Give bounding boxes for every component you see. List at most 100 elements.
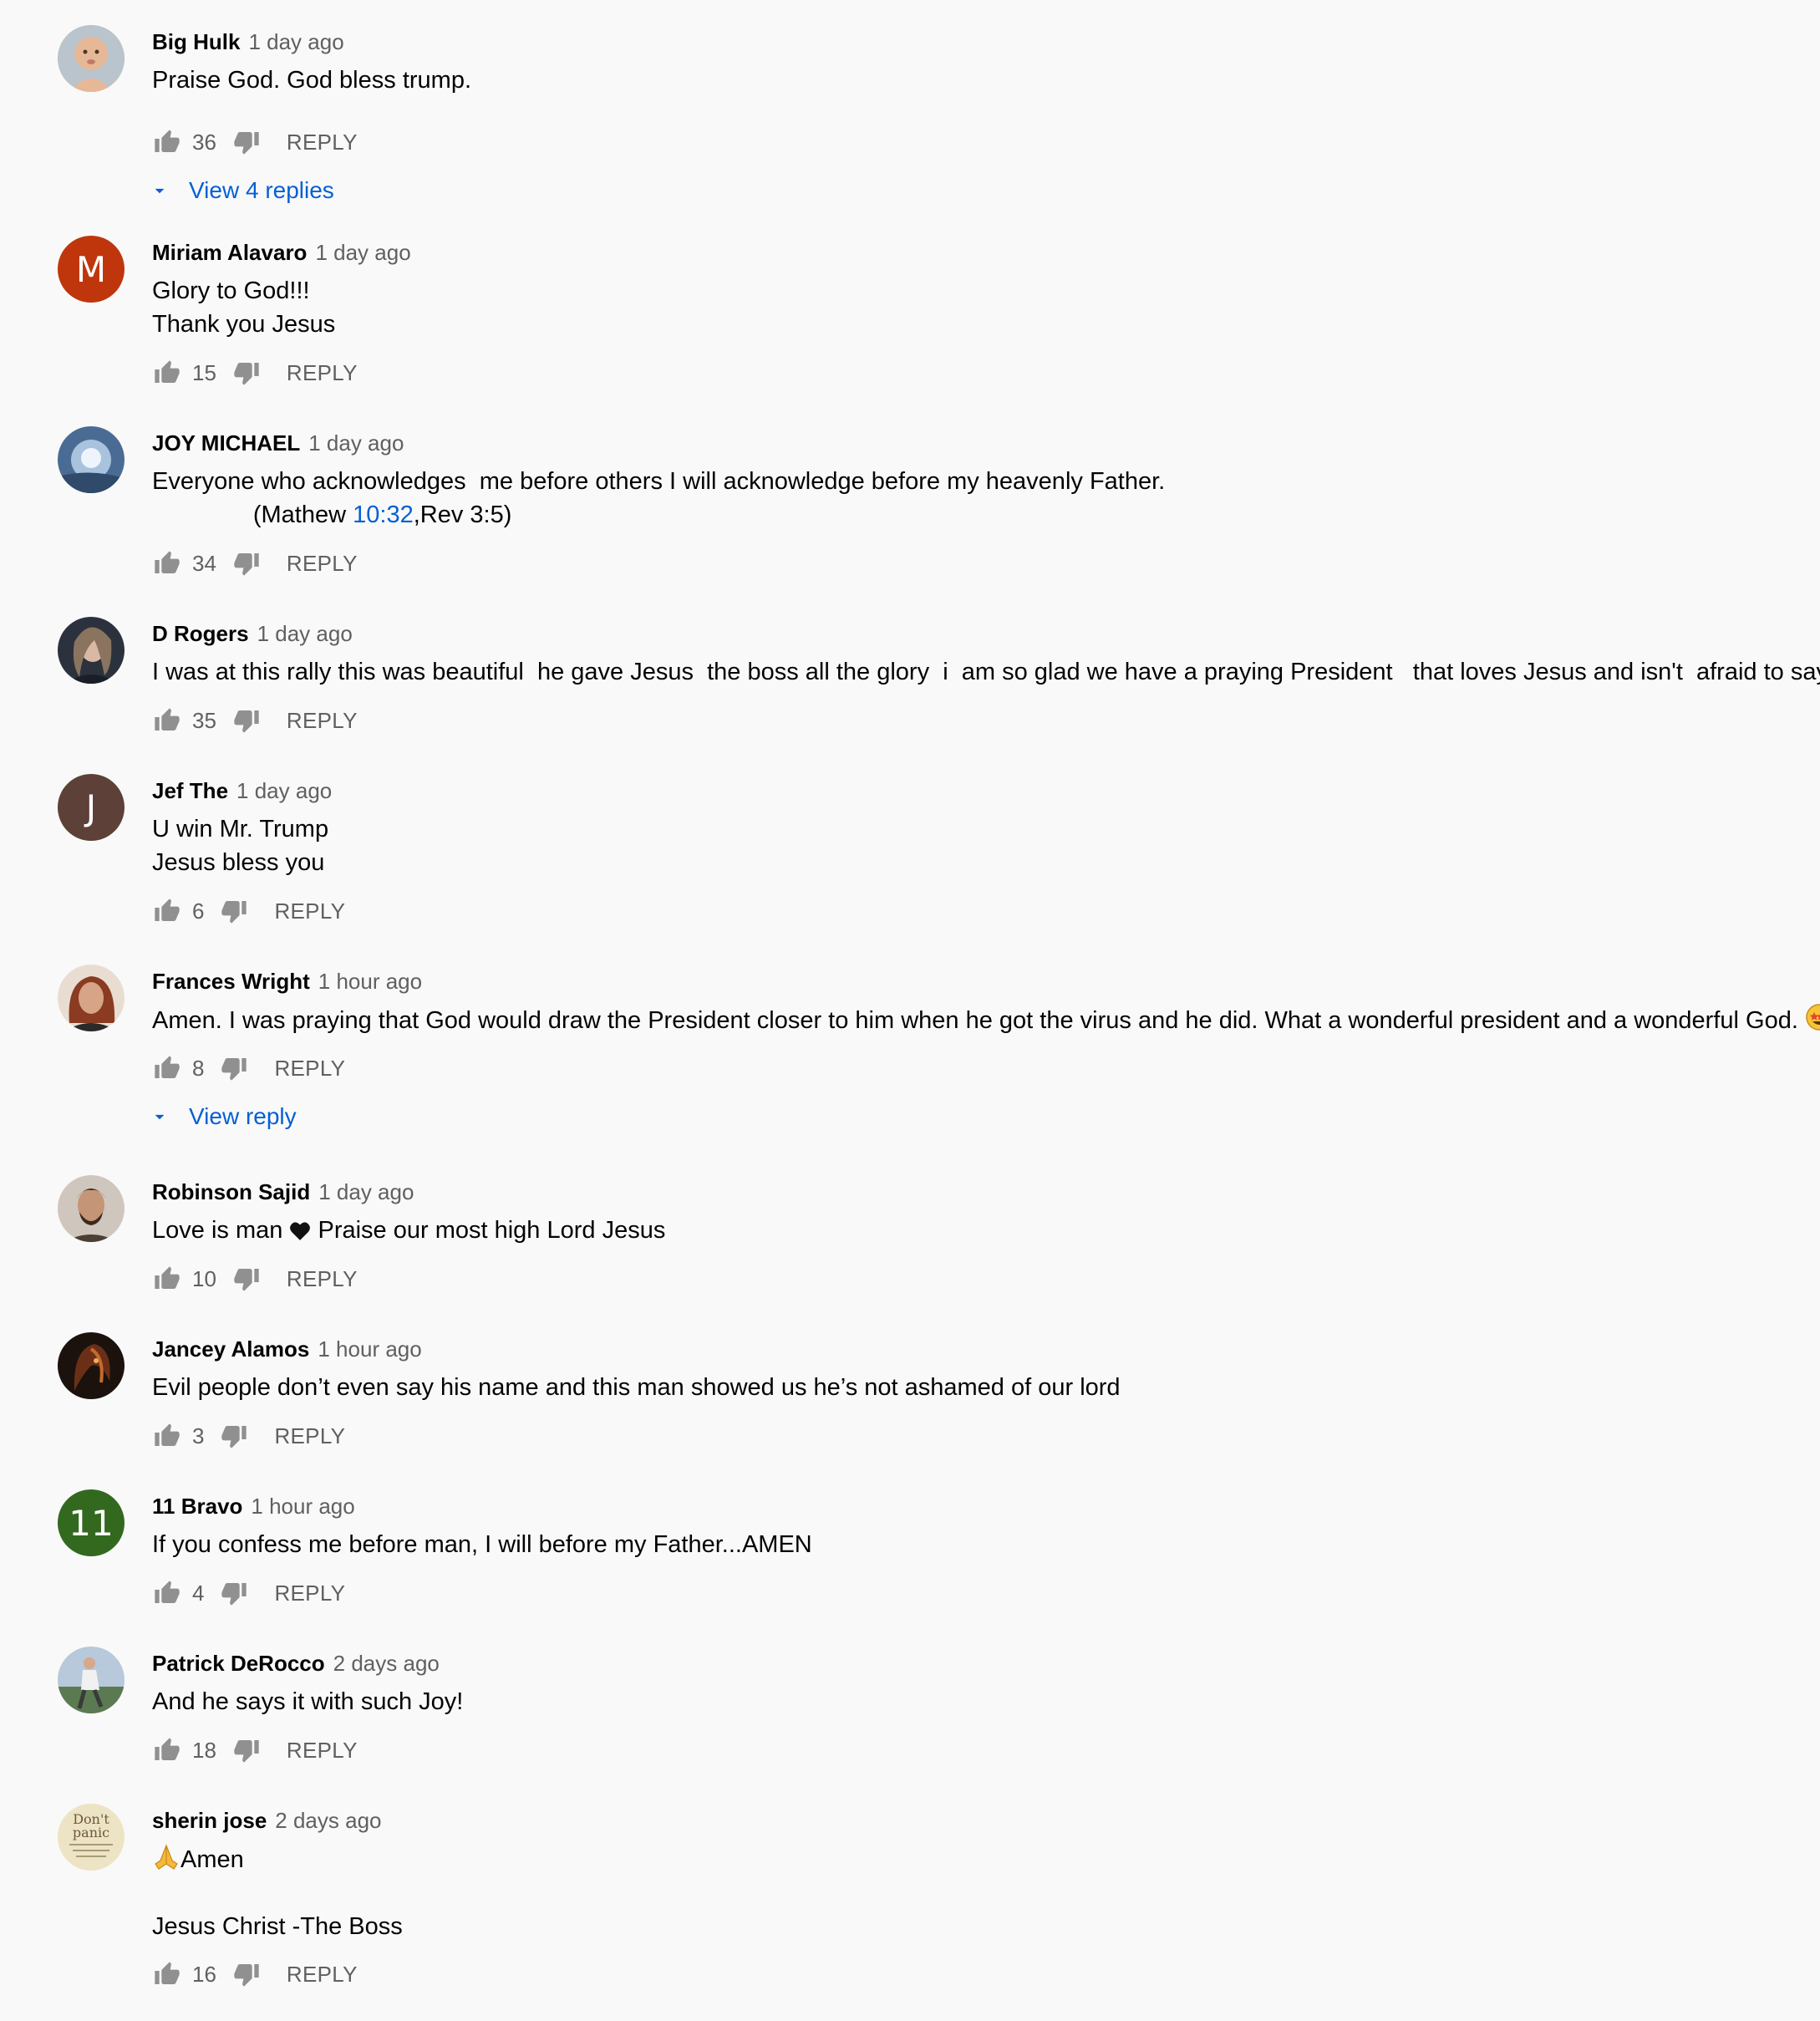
author-name[interactable]: Patrick DeRocco — [152, 1651, 325, 1677]
author-name[interactable]: sherin jose — [152, 1808, 267, 1834]
comment-text: Amen — [180, 1846, 244, 1873]
thumbs-up-icon[interactable] — [152, 1959, 182, 1989]
reply-button[interactable]: REPLY — [274, 1056, 345, 1082]
timestamp[interactable]: 1 day ago — [318, 1179, 414, 1205]
avatar[interactable] — [58, 1332, 125, 1399]
thumbs-up-icon[interactable] — [152, 1421, 182, 1451]
comment-line: U win Mr. Trump — [152, 816, 329, 843]
thumbs-down-icon[interactable] — [231, 705, 262, 736]
view-replies-button[interactable]: View reply — [149, 1100, 297, 1133]
thumbs-down-icon[interactable] — [231, 548, 262, 578]
thumbs-up-icon[interactable] — [152, 896, 182, 926]
timestamp[interactable]: 1 day ago — [315, 240, 410, 266]
author-name[interactable]: Frances Wright — [152, 969, 310, 995]
thumbs-down-icon[interactable] — [219, 1578, 249, 1608]
avatar[interactable] — [58, 965, 125, 1031]
comment-text: Love is man Praise our most high Lord Je… — [152, 1214, 665, 1247]
like-count: 3 — [192, 1423, 205, 1448]
avatar[interactable] — [58, 1647, 125, 1713]
action-toolbar: 15 REPLY — [152, 356, 358, 389]
reply-button[interactable]: REPLY — [274, 1581, 345, 1606]
avatar[interactable] — [58, 1175, 125, 1242]
comment-header: sherin jose 2 days ago — [152, 1804, 382, 1837]
thumbs-up-icon[interactable] — [152, 1578, 182, 1608]
reply-button[interactable]: REPLY — [287, 1266, 358, 1292]
author-name[interactable]: Robinson Sajid — [152, 1179, 310, 1205]
thumbs-down-icon[interactable] — [231, 1264, 262, 1294]
action-toolbar: 35 REPLY — [152, 704, 358, 737]
author-name[interactable]: Big Hulk — [152, 29, 240, 55]
thumbs-down-icon[interactable] — [231, 127, 262, 157]
timestamp[interactable]: 1 hour ago — [318, 969, 422, 995]
thumbs-up-icon[interactable] — [152, 705, 182, 736]
timestamp[interactable]: 1 day ago — [236, 778, 332, 804]
timestamp[interactable]: 1 day ago — [257, 621, 353, 647]
avatar[interactable]: J — [58, 774, 125, 841]
author-name[interactable]: Jancey Alamos — [152, 1336, 309, 1362]
thumbs-down-icon[interactable] — [231, 358, 262, 388]
thumbs-down-icon[interactable] — [219, 1421, 249, 1451]
comment-line: Amen — [152, 1842, 403, 1876]
comment-text: Praise God. God bless trump. — [152, 64, 471, 97]
thumbs-down-icon[interactable] — [231, 1735, 262, 1765]
comment-text: Evil people don’t even say his name and … — [152, 1371, 1121, 1404]
thumbs-down-icon[interactable] — [231, 1959, 262, 1989]
timestamp[interactable]: 2 days ago — [275, 1808, 381, 1834]
action-toolbar: 36 REPLY — [152, 125, 358, 159]
timestamp[interactable]: 1 hour ago — [251, 1494, 354, 1520]
comment-header: Big Hulk 1 day ago — [152, 25, 344, 59]
timestamp-link[interactable]: 10:32 — [353, 501, 414, 528]
thumbs-up-icon[interactable] — [152, 1053, 182, 1083]
comment-line: Thank you Jesus — [152, 311, 336, 338]
timestamp[interactable]: 1 hour ago — [318, 1336, 421, 1362]
timestamp[interactable]: 1 day ago — [248, 29, 343, 55]
avatar[interactable] — [58, 25, 125, 92]
avatar[interactable]: M — [58, 236, 125, 303]
timestamp[interactable]: 1 day ago — [308, 430, 404, 456]
reply-button[interactable]: REPLY — [287, 551, 358, 577]
thumbs-down-icon[interactable] — [219, 896, 249, 926]
like-count: 15 — [192, 359, 216, 385]
thumbs-up-icon[interactable] — [152, 358, 182, 388]
thumbs-up-icon[interactable] — [152, 1735, 182, 1765]
reply-button[interactable]: REPLY — [287, 130, 358, 155]
thumbs-down-icon[interactable] — [219, 1053, 249, 1083]
author-name[interactable]: Jef The — [152, 778, 228, 804]
reply-button[interactable]: REPLY — [274, 1423, 345, 1449]
avatar[interactable]: 11 — [58, 1489, 125, 1556]
caret-down-icon — [155, 188, 165, 194]
action-toolbar: 10 REPLY — [152, 1262, 358, 1296]
caret-down-icon — [155, 1114, 165, 1120]
thumbs-up-icon[interactable] — [152, 127, 182, 157]
like-count: 34 — [192, 550, 216, 576]
timestamp[interactable]: 2 days ago — [333, 1651, 440, 1677]
thumbs-up-icon[interactable] — [152, 1264, 182, 1294]
avatar[interactable] — [58, 617, 125, 684]
author-name[interactable]: JOY MICHAEL — [152, 430, 300, 456]
thumbs-up-icon[interactable] — [152, 548, 182, 578]
author-name[interactable]: Miriam Alavaro — [152, 240, 307, 266]
like-count: 6 — [192, 898, 205, 924]
reply-button[interactable]: REPLY — [287, 360, 358, 386]
view-replies-button[interactable]: View 4 replies — [149, 174, 334, 207]
comment-text-post: Praise our most high Lord Jesus — [311, 1217, 666, 1244]
svg-text:panic: panic — [73, 1825, 109, 1840]
reply-button[interactable]: REPLY — [287, 1962, 358, 1988]
comment-text: Glory to God!!! Thank you Jesus — [152, 274, 335, 341]
reply-button[interactable]: REPLY — [287, 1738, 358, 1764]
avatar[interactable] — [58, 426, 125, 493]
comment-line: If you confess me before man, I will bef… — [152, 1531, 812, 1558]
avatar-letter: J — [85, 787, 97, 828]
author-name[interactable]: 11 Bravo — [152, 1494, 242, 1520]
action-toolbar: 34 REPLY — [152, 547, 358, 580]
author-name[interactable]: D Rogers — [152, 621, 249, 647]
comment-line: Amen. I was praying that God would draw … — [152, 1007, 1805, 1034]
like-count: 18 — [192, 1737, 216, 1763]
reply-button[interactable]: REPLY — [287, 708, 358, 734]
reply-button[interactable]: REPLY — [274, 899, 345, 924]
like-count: 8 — [192, 1055, 205, 1081]
action-toolbar: 3 REPLY — [152, 1419, 345, 1453]
avatar[interactable]: Don't panic — [58, 1804, 125, 1871]
comment-line: I was at this rally this was beautiful h… — [152, 659, 1820, 685]
comment-header: Robinson Sajid 1 day ago — [152, 1175, 414, 1209]
